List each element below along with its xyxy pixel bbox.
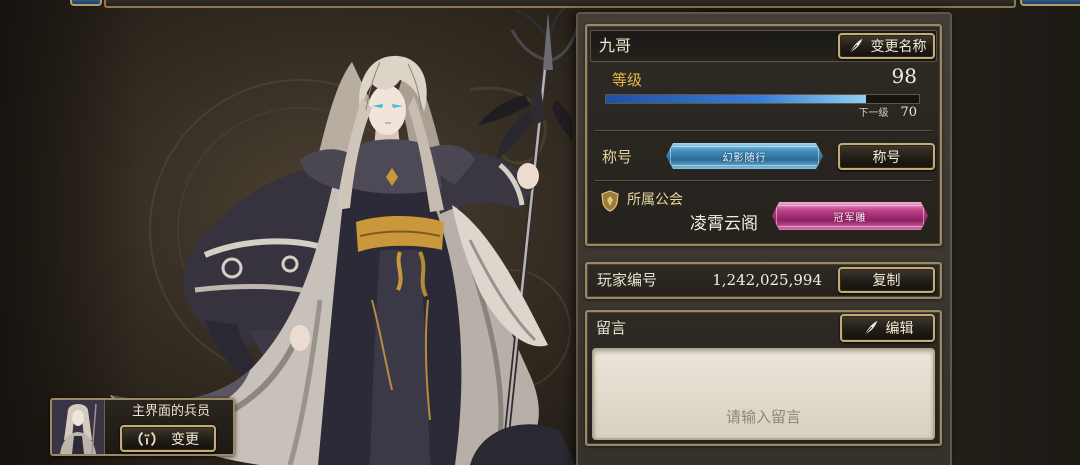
title-button-label: 称号 <box>872 149 901 166</box>
level-progress-bar <box>605 94 920 104</box>
change-main-unit-label: 变更 <box>171 431 199 448</box>
guild-badge-text: 冠军雕 <box>833 212 867 224</box>
guild-label: 所属公会 <box>627 192 683 208</box>
top-left-button[interactable] <box>70 0 102 6</box>
edit-label: 编辑 <box>885 321 914 337</box>
profile-panel: 九哥 变更名称 等级 98 下一级 70 称号 幻影随行 称号 所属公会 凌霄云… <box>576 12 952 465</box>
swap-icon <box>137 429 157 449</box>
level-progress-fill <box>606 95 866 103</box>
unit-portrait-image <box>52 400 104 454</box>
copy-label: 复制 <box>872 273 901 289</box>
player-name: 九哥 <box>599 36 632 55</box>
guild-shield-icon <box>600 190 620 216</box>
next-level-info: 下一级 70 <box>858 104 917 123</box>
divider <box>595 130 932 131</box>
profile-screen: 主界面的兵员 变更 九哥 变更名称 等级 98 下一级 70 称号 幻影随行 称… <box>0 0 1080 465</box>
guild-badge: 冠军雕 <box>772 202 928 230</box>
message-label: 留言 <box>596 319 627 337</box>
top-right-button[interactable] <box>1020 0 1080 6</box>
title-badge-text: 幻影随行 <box>722 152 767 164</box>
next-level-label: 下一级 <box>858 108 889 119</box>
rename-button[interactable]: 变更名称 <box>838 33 935 59</box>
message-input[interactable]: 请输入留言 <box>592 348 935 440</box>
change-main-unit-button[interactable]: 变更 <box>120 425 216 452</box>
divider <box>595 180 932 181</box>
message-placeholder: 请输入留言 <box>725 408 801 426</box>
copy-id-button[interactable]: 复制 <box>838 267 935 293</box>
message-card: 留言 编辑 请输入留言 <box>585 310 942 446</box>
character-face <box>368 85 406 135</box>
level-value: 98 <box>891 64 917 88</box>
player-id-label: 玩家编号 <box>597 271 658 289</box>
level-label: 等级 <box>612 71 643 89</box>
quill-icon <box>862 319 880 337</box>
main-unit-card: 主界面的兵员 变更 <box>50 398 235 456</box>
next-level-value: 70 <box>900 105 917 120</box>
character-artwork <box>110 3 580 465</box>
player-id-card: 玩家编号 1,242,025,994 复制 <box>585 262 942 299</box>
title-badge: 幻影随行 <box>666 143 823 169</box>
top-header-bar <box>104 0 1016 8</box>
player-id-value: 1,242,025,994 <box>712 271 822 289</box>
main-unit-label: 主界面的兵员 <box>131 404 210 419</box>
title-button[interactable]: 称号 <box>838 143 935 170</box>
rename-label: 变更名称 <box>870 39 927 55</box>
background-right <box>940 0 1080 465</box>
title-label: 称号 <box>602 148 633 166</box>
quill-icon <box>847 37 865 55</box>
main-unit-portrait[interactable] <box>52 400 105 454</box>
edit-message-button[interactable]: 编辑 <box>840 314 935 342</box>
guild-name: 凌霄云阁 <box>690 214 758 234</box>
profile-card: 九哥 变更名称 等级 98 下一级 70 称号 幻影随行 称号 所属公会 凌霄云… <box>585 24 942 246</box>
